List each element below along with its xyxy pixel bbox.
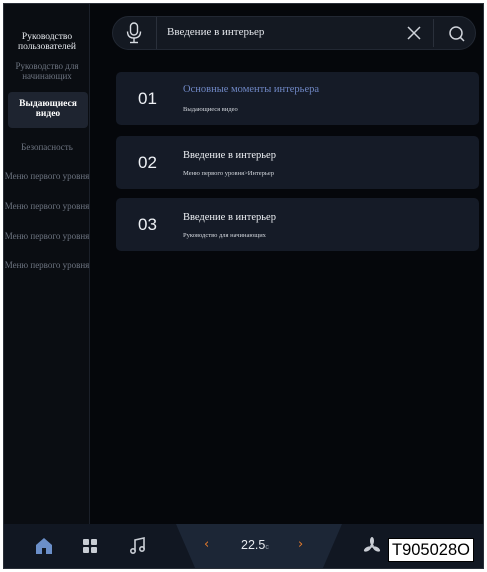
screen: Руководство пользователей Руководство дл… [3,3,484,569]
clear-search-button[interactable] [396,17,432,49]
search-bar[interactable]: Введение в интерьер [112,16,476,50]
result-card[interactable]: 03 Введение в интерьер Руководство для н… [116,198,479,251]
fan-icon [363,537,381,552]
sidebar-item-menu-1[interactable]: Меню первого уровня [4,171,90,181]
sidebar: Руководство пользователей Руководство дл… [4,4,90,524]
sidebar-title: Руководство пользователей [18,32,76,52]
home-button[interactable] [32,534,56,558]
search-divider [433,19,434,47]
result-title: Введение в интерьер [183,150,276,161]
result-subtitle: Меню первого уровня>Интерьер [183,170,275,177]
result-number: 03 [138,215,157,234]
sidebar-item-safety[interactable]: Безопасность [4,142,90,152]
sidebar-item-menu-4[interactable]: Меню первого уровня [4,260,90,270]
result-card[interactable]: 01 Основные моменты интерьера Выдающиеся… [116,72,479,125]
sidebar-item-menu-3[interactable]: Меню первого уровня [4,231,90,241]
result-subtitle: Выдающиеся видео [183,106,238,113]
microphone-icon [126,22,142,44]
sidebar-item-featured-videos[interactable]: Выдающиеся видео [8,92,88,128]
sidebar-item-label: Выдающиеся видео [19,99,77,119]
voice-input-button[interactable] [113,17,157,49]
fan-button[interactable] [360,534,384,558]
result-card[interactable]: 02 Введение в интерьер Меню первого уров… [116,136,479,189]
temperature-unit: c [265,544,269,551]
result-number: 02 [138,153,157,172]
result-number: 01 [138,89,157,108]
result-title: Основные моменты интерьера [183,84,320,95]
apps-button[interactable] [78,534,102,558]
home-icon [36,538,52,554]
sidebar-item-menu-2[interactable]: Меню первого уровня [4,201,90,211]
result-title: Введение в интерьер [183,212,276,223]
temperature-increase-button[interactable]: › [298,537,303,552]
figure-code-label: T905028O [388,538,474,562]
temperature-decrease-button[interactable]: ‹ [204,537,209,552]
result-subtitle: Руководство для начинающих [183,232,266,239]
temperature-display: 22.5c [241,538,269,552]
search-input[interactable]: Введение в интерьер [167,26,264,38]
sidebar-item-beginners-guide[interactable]: Руководство для начинающих [4,61,90,81]
search-icon [449,26,465,42]
close-icon [407,26,421,40]
search-button[interactable] [439,17,475,49]
apps-grid-icon [83,539,97,553]
temperature-value: 22.5 [241,538,266,552]
music-button[interactable] [126,534,150,558]
music-icon [130,537,146,555]
